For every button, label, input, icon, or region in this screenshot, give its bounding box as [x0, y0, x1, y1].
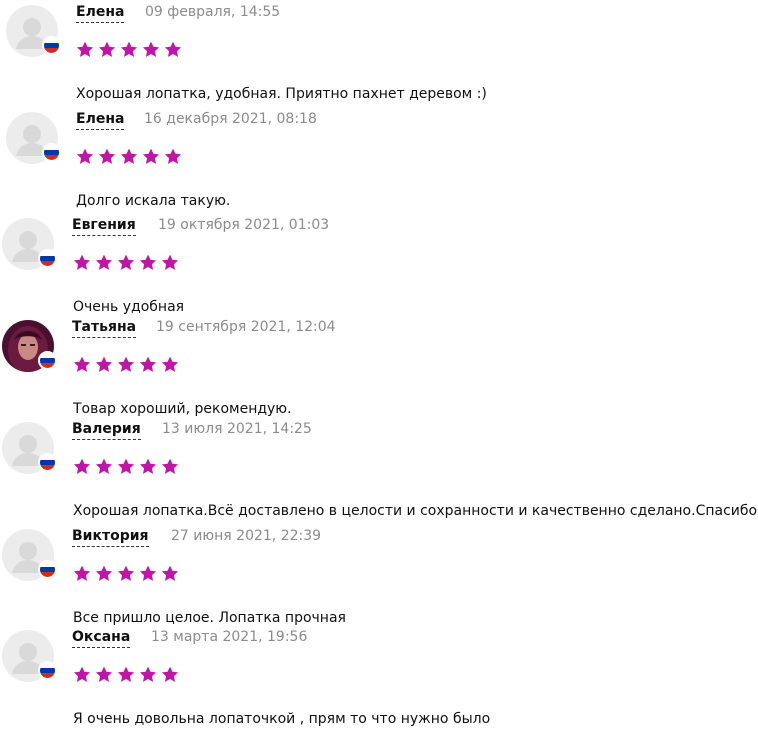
- star-icon: [95, 356, 113, 373]
- star-icon: [139, 666, 157, 683]
- review-date: 13 марта 2021, 19:56: [151, 629, 308, 645]
- star-icon: [139, 565, 157, 582]
- star-icon: [95, 254, 113, 271]
- russia-flag-icon: [42, 36, 61, 55]
- russia-flag-icon: [42, 143, 61, 162]
- star-icon: [73, 666, 91, 683]
- star-icon: [73, 565, 91, 582]
- reviewer-name[interactable]: Елена: [76, 111, 125, 130]
- russia-flag-icon: [38, 661, 57, 680]
- star-icon: [161, 666, 179, 683]
- review-text: Товар хороший, рекомендую.: [73, 401, 292, 417]
- star-icon: [76, 41, 94, 58]
- review-date: 16 декабря 2021, 08:18: [144, 111, 317, 127]
- default-avatar-icon[interactable]: [2, 218, 57, 270]
- user-avatar-photo[interactable]: [2, 320, 57, 372]
- russia-flag-icon: [38, 453, 57, 472]
- star-icon: [117, 666, 135, 683]
- rating-stars: [73, 254, 179, 271]
- star-icon: [142, 41, 160, 58]
- reviewer-name[interactable]: Евгения: [72, 217, 136, 236]
- russia-flag-icon: [38, 560, 57, 579]
- star-icon: [142, 148, 160, 165]
- review-date: 19 сентября 2021, 12:04: [156, 319, 336, 335]
- star-icon: [164, 148, 182, 165]
- star-icon: [117, 565, 135, 582]
- star-icon: [164, 41, 182, 58]
- star-icon: [73, 356, 91, 373]
- reviewer-name[interactable]: Татьяна: [72, 319, 137, 338]
- review-text: Я очень довольна лопаточкой , прям то чт…: [73, 711, 491, 727]
- star-icon: [73, 254, 91, 271]
- rating-stars: [73, 458, 179, 475]
- default-avatar-icon[interactable]: [6, 112, 61, 164]
- review-text: Все пришло целое. Лопатка прочная: [73, 610, 346, 626]
- default-avatar-icon[interactable]: [2, 422, 57, 474]
- reviewer-name[interactable]: Валерия: [72, 421, 141, 440]
- default-avatar-icon[interactable]: [2, 630, 57, 682]
- review-text: Очень удобная: [73, 299, 185, 315]
- star-icon: [139, 254, 157, 271]
- star-icon: [73, 458, 91, 475]
- default-avatar-icon[interactable]: [6, 5, 61, 57]
- star-icon: [98, 148, 116, 165]
- review-text: Долго искала такую.: [76, 193, 231, 209]
- default-avatar-icon[interactable]: [2, 529, 57, 581]
- reviewer-name[interactable]: Елена: [76, 4, 125, 23]
- star-icon: [95, 458, 113, 475]
- star-icon: [120, 148, 138, 165]
- star-icon: [161, 458, 179, 475]
- review-date: 09 февраля, 14:55: [145, 4, 281, 20]
- reviewer-name[interactable]: Оксана: [72, 629, 131, 648]
- review-text: Хорошая лопатка, удобная. Приятно пахнет…: [76, 86, 487, 102]
- rating-stars: [76, 148, 182, 165]
- star-icon: [76, 148, 94, 165]
- star-icon: [120, 41, 138, 58]
- reviewer-name[interactable]: Виктория: [72, 528, 149, 547]
- review-date: 27 июня 2021, 22:39: [171, 528, 322, 544]
- star-icon: [139, 458, 157, 475]
- star-icon: [117, 458, 135, 475]
- star-icon: [161, 356, 179, 373]
- rating-stars: [76, 41, 182, 58]
- star-icon: [95, 666, 113, 683]
- review-date: 13 июля 2021, 14:25: [162, 421, 312, 437]
- star-icon: [95, 565, 113, 582]
- star-icon: [139, 356, 157, 373]
- star-icon: [117, 254, 135, 271]
- star-icon: [161, 254, 179, 271]
- russia-flag-icon: [38, 249, 57, 268]
- russia-flag-icon: [38, 351, 57, 370]
- rating-stars: [73, 356, 179, 373]
- rating-stars: [73, 565, 179, 582]
- review-date: 19 октября 2021, 01:03: [158, 217, 330, 233]
- review-text: Хорошая лопатка.Всё доставлено в целости…: [73, 503, 758, 519]
- rating-stars: [73, 666, 179, 683]
- star-icon: [161, 565, 179, 582]
- star-icon: [98, 41, 116, 58]
- star-icon: [117, 356, 135, 373]
